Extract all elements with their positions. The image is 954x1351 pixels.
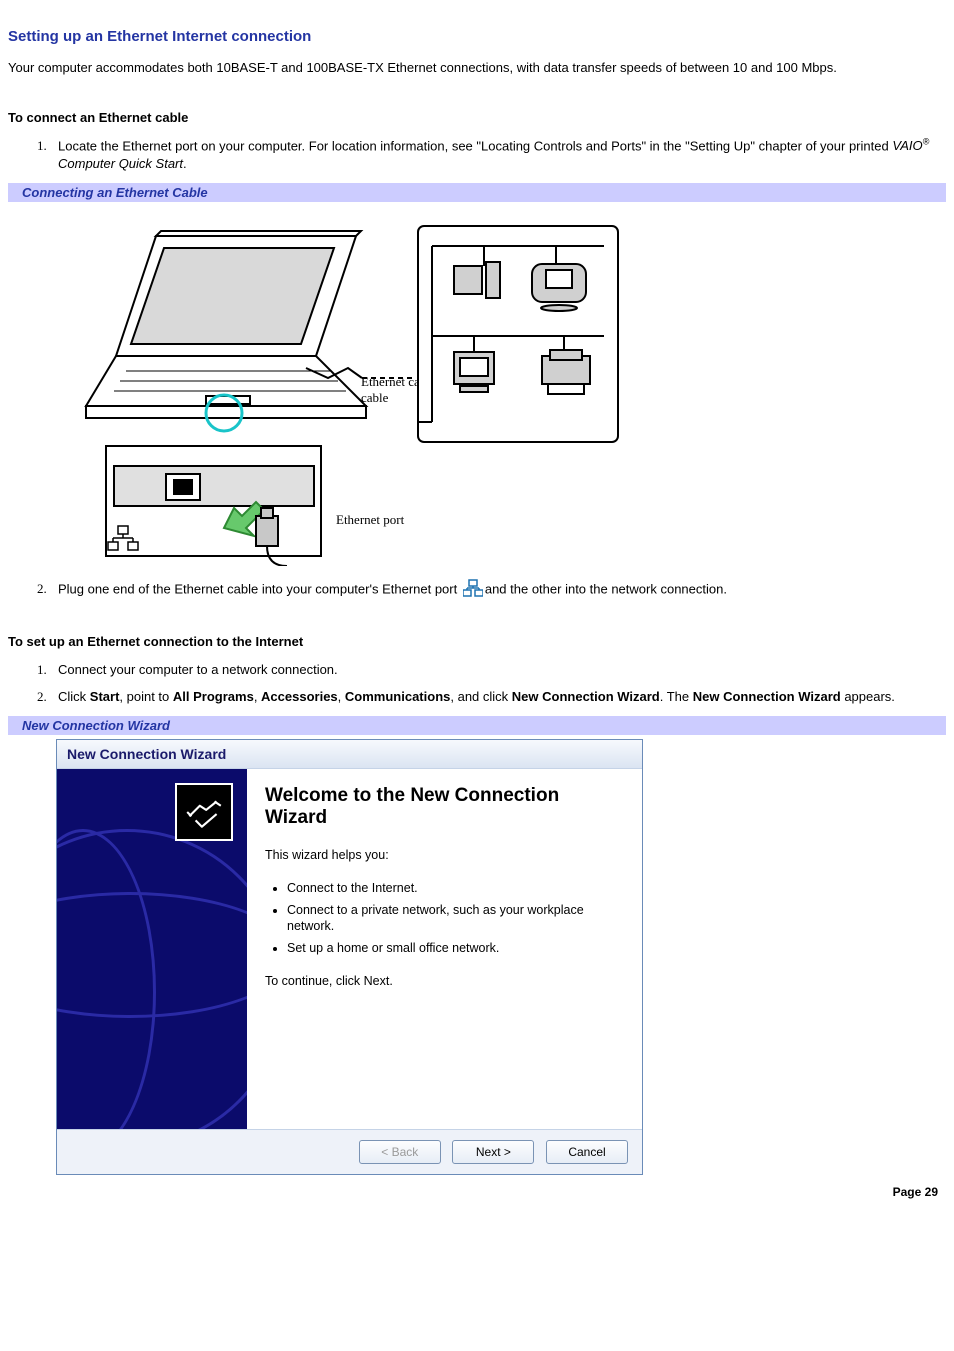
wizard-bullet: Set up a home or small office network. xyxy=(287,940,624,956)
step-open-wizard: Click Start, point to All Programs, Acce… xyxy=(50,688,946,706)
wizard-button-row: < Back Next > Cancel xyxy=(57,1129,642,1174)
step-text: appears. xyxy=(841,689,895,704)
bold: Start xyxy=(90,689,120,704)
step-text: Click xyxy=(58,689,90,704)
bold: New Connection Wizard xyxy=(693,689,841,704)
page-title: Setting up an Ethernet Internet connecti… xyxy=(8,28,946,45)
svg-text:cable: cable xyxy=(361,390,389,405)
wizard-bullet: Connect to the Internet. xyxy=(287,880,624,896)
step-text: , xyxy=(254,689,261,704)
step-text: Plug one end of the Ethernet cable into … xyxy=(58,581,461,596)
cancel-button[interactable]: Cancel xyxy=(546,1140,628,1164)
wizard-titlebar: New Connection Wizard xyxy=(57,740,642,769)
wizard-helps: This wizard helps you: xyxy=(265,847,624,864)
next-button[interactable]: Next > xyxy=(452,1140,534,1164)
page-number: Page 29 xyxy=(8,1185,946,1199)
step-locate-port: Locate the Ethernet port on your compute… xyxy=(50,136,946,172)
figure-ethernet-diagram: Ethernet port Ethernet cable cable xyxy=(56,206,946,569)
network-port-icon xyxy=(463,579,483,602)
step-text: , xyxy=(338,689,345,704)
wizard-bullet-list: Connect to the Internet. Connect to a pr… xyxy=(269,874,624,963)
step-text: . xyxy=(183,156,187,171)
figure-caption-wizard: New Connection Wizard xyxy=(8,716,946,735)
section-heading-connect-cable: To connect an Ethernet cable xyxy=(8,109,946,127)
step-connect-network: Connect your computer to a network conne… xyxy=(50,661,946,679)
bold: All Programs xyxy=(173,689,254,704)
bold: New Connection Wizard xyxy=(512,689,660,704)
wizard-heading: Welcome to the New Connection Wizard xyxy=(265,785,624,829)
step-text: , point to xyxy=(119,689,172,704)
step-text: . The xyxy=(660,689,693,704)
registered-icon: ® xyxy=(923,137,930,147)
step-text: Locate the Ethernet port on your compute… xyxy=(58,138,892,153)
intro-text: Your computer accommodates both 10BASE-T… xyxy=(8,59,946,77)
wizard-window: New Connection Wizard Welcome to the New… xyxy=(56,739,643,1175)
step-text: , and click xyxy=(450,689,511,704)
bold: Communications xyxy=(345,689,450,704)
label-ethernet-port: Ethernet port xyxy=(336,512,405,527)
step-text: Computer Quick Start xyxy=(58,156,183,171)
step-plug-cable: Plug one end of the Ethernet cable into … xyxy=(50,579,946,602)
wizard-sidebar xyxy=(57,769,247,1129)
wizard-continue: To continue, click Next. xyxy=(265,973,624,1000)
back-button[interactable]: < Back xyxy=(359,1140,441,1164)
step-text: and the other into the network connectio… xyxy=(485,581,727,596)
figure-caption-ethernet: Connecting an Ethernet Cable xyxy=(8,183,946,202)
section-heading-setup-connection: To set up an Ethernet connection to the … xyxy=(8,633,946,651)
vaio-text: VAIO xyxy=(892,138,922,153)
globe-icon xyxy=(57,829,247,1129)
handshake-icon xyxy=(175,783,233,841)
bold: Accessories xyxy=(261,689,338,704)
wizard-bullet: Connect to a private network, such as yo… xyxy=(287,902,624,935)
